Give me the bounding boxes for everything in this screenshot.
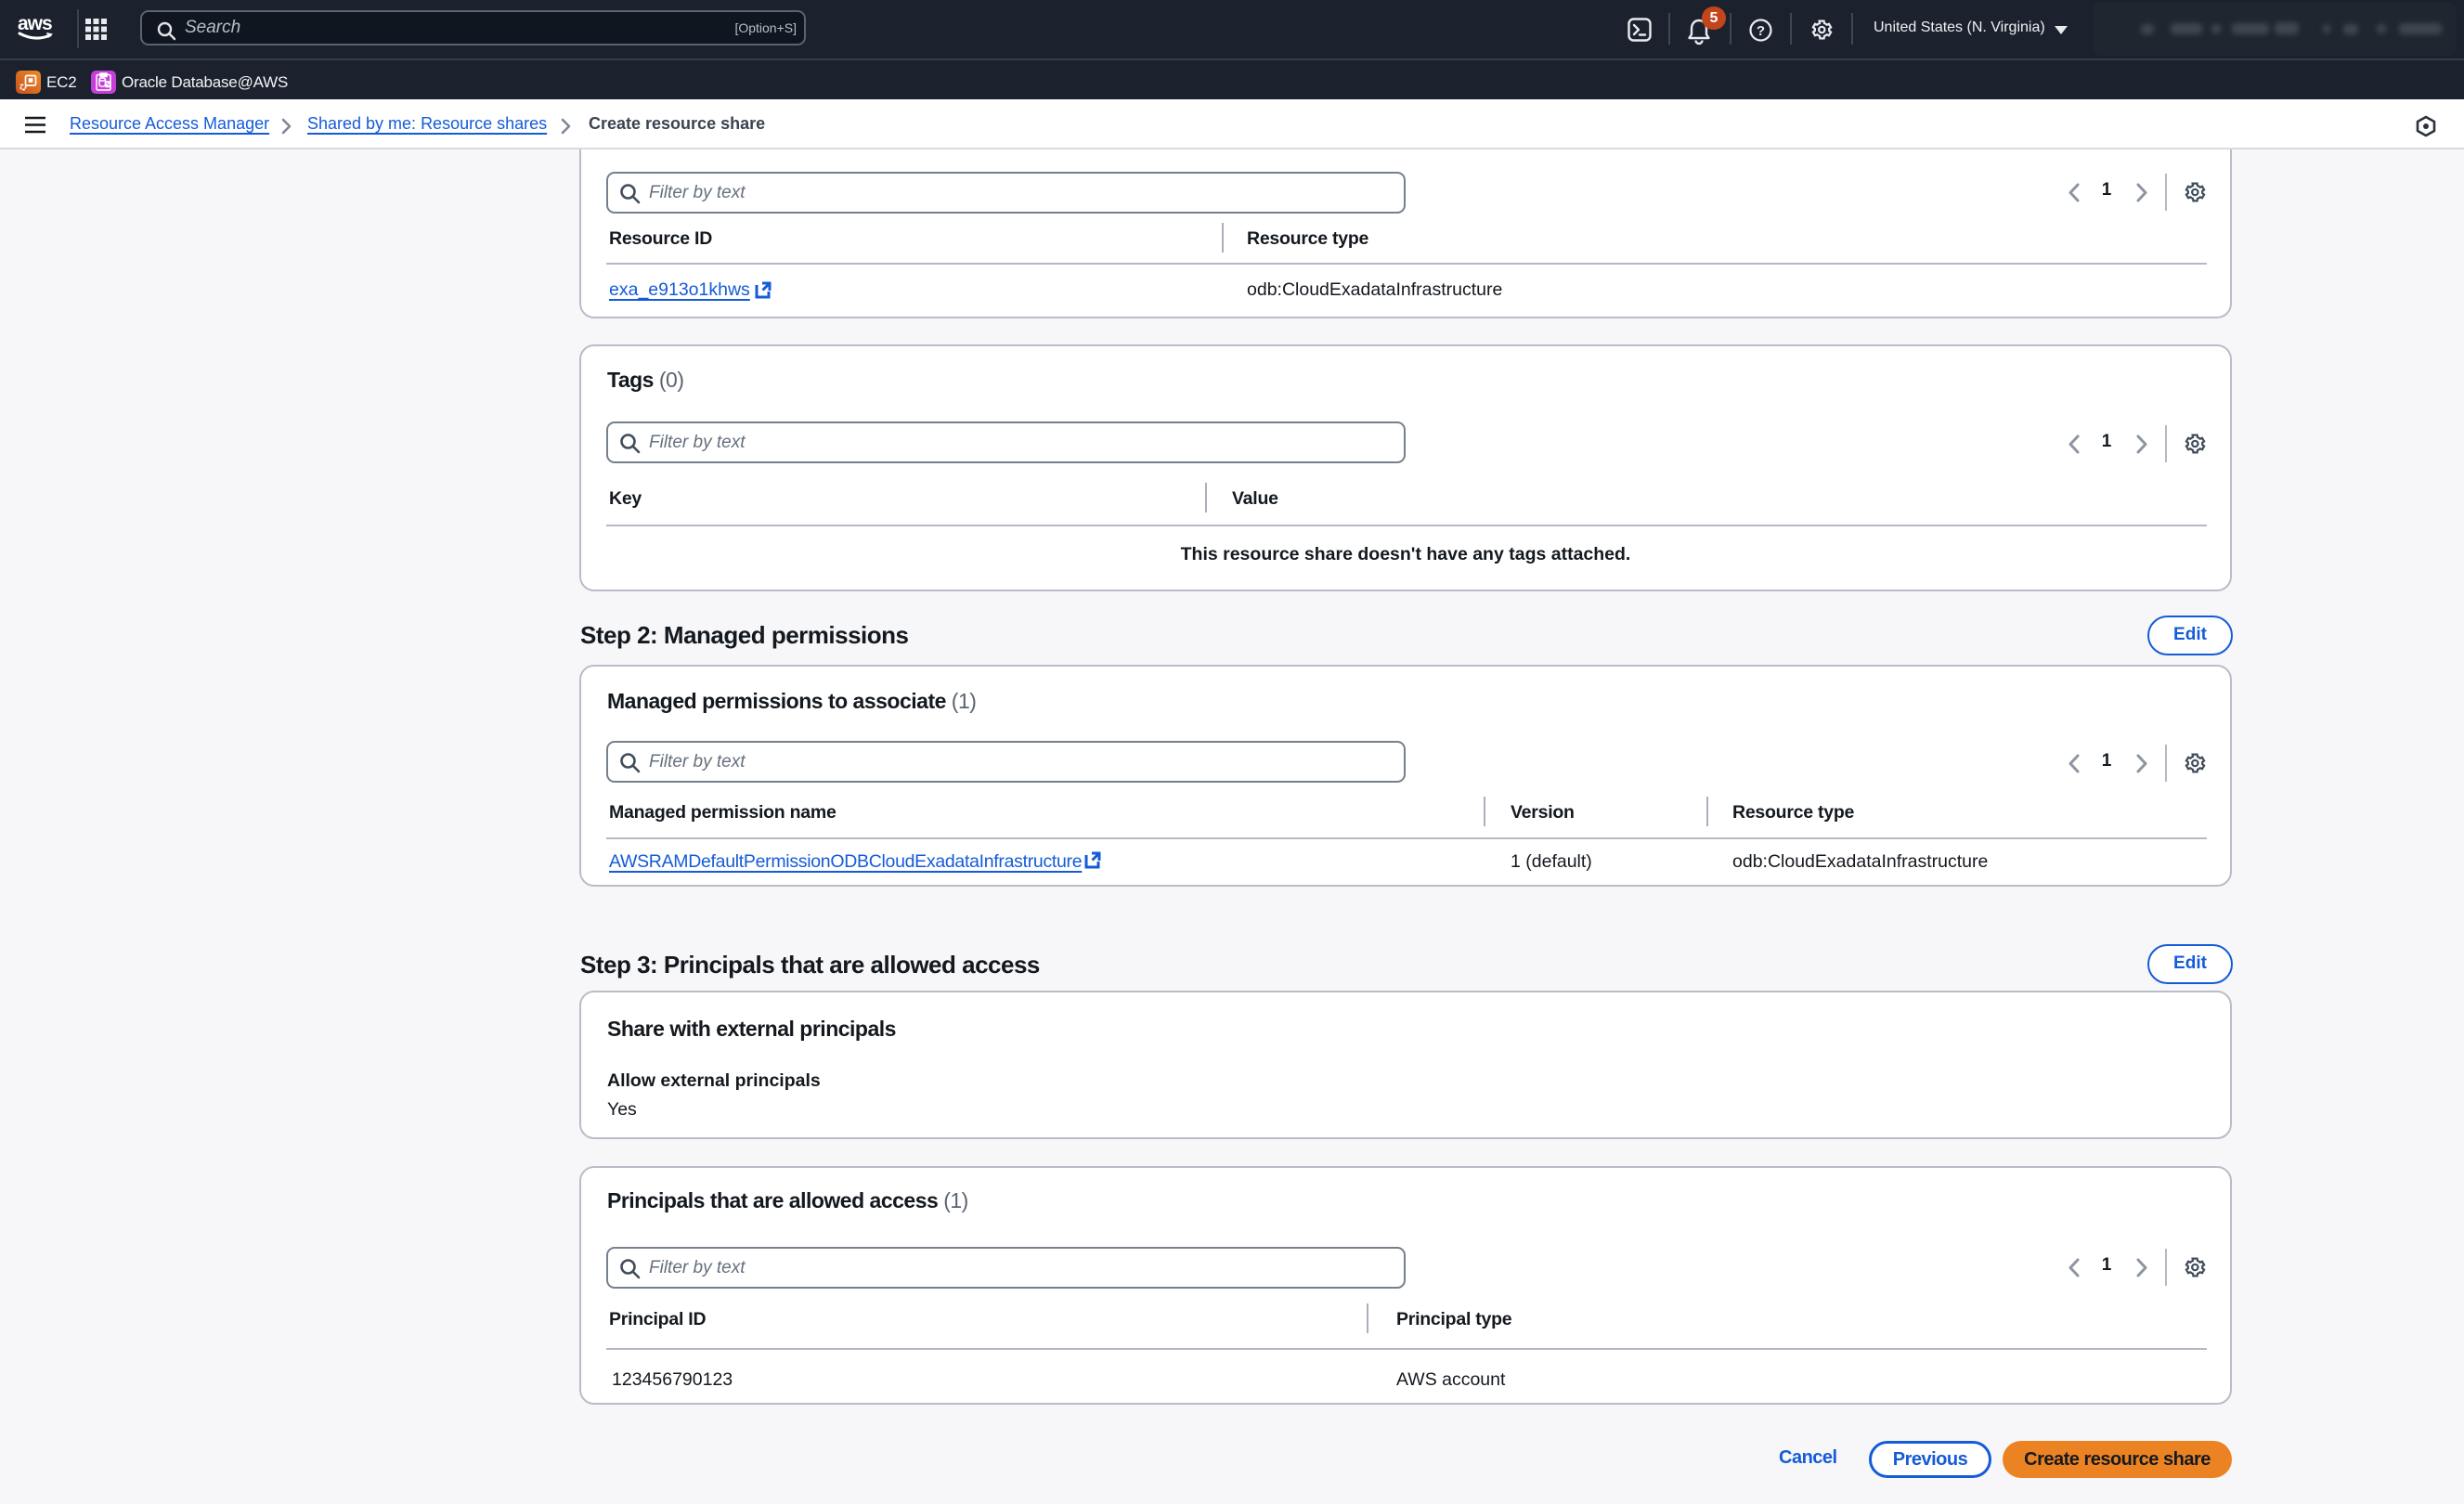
svg-text:aws: aws bbox=[18, 13, 52, 34]
svg-text:?: ? bbox=[1757, 23, 1765, 39]
